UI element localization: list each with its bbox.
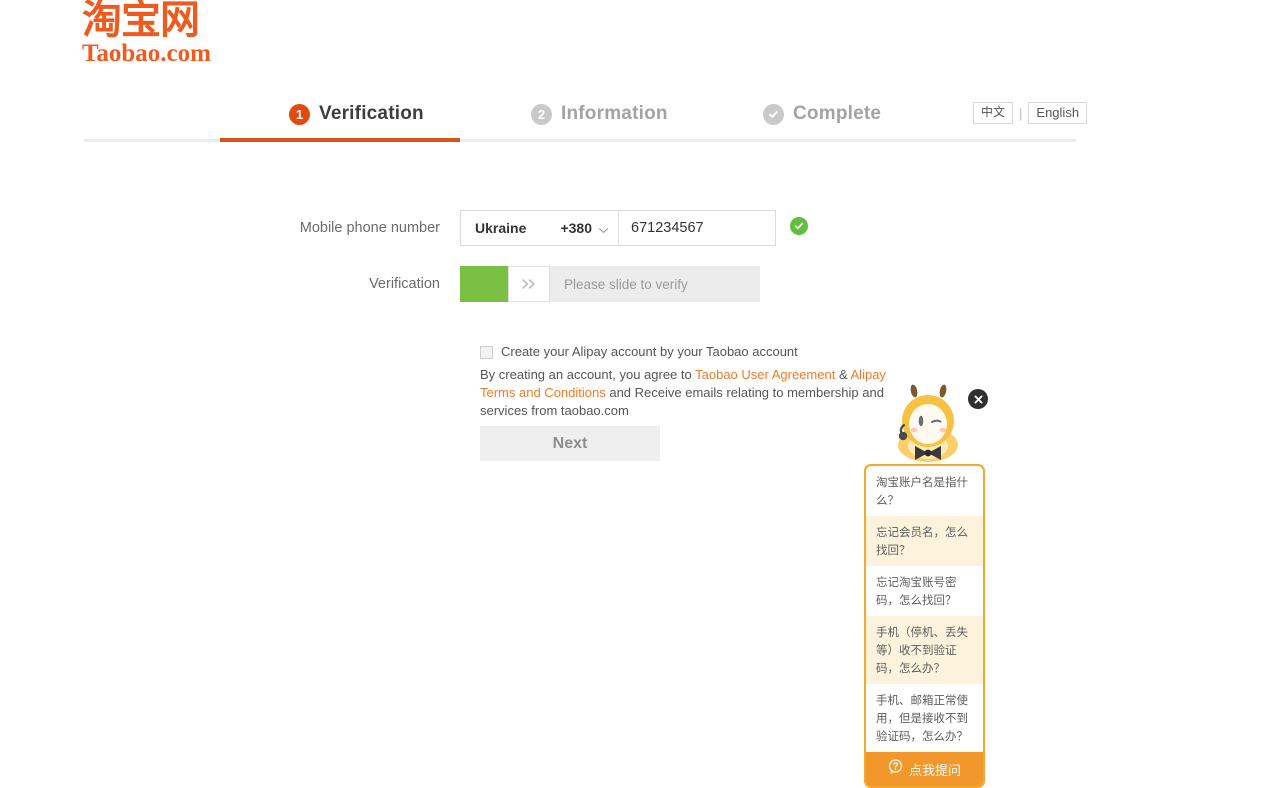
phone-valid-icon (790, 217, 808, 235)
faq-item[interactable]: 忘记淘宝账号密码，怎么找回？ (866, 566, 983, 616)
language-separator: | (1019, 105, 1023, 121)
taobao-logo[interactable]: 淘宝网 Taobao.com (82, 0, 252, 67)
verification-row: Verification Please slide to verify (0, 266, 760, 302)
mobile-phone-label: Mobile phone number (299, 220, 440, 236)
registration-steps: 1 Verification 2 Information Complete (84, 96, 1076, 144)
taobao-user-agreement-link[interactable]: Taobao User Agreement (695, 367, 835, 382)
language-chinese-button[interactable]: 中文 (973, 102, 1014, 124)
step-1-label: Verification (319, 103, 424, 124)
alipay-checkbox-row: Create your Alipay account by your Taoba… (480, 343, 910, 361)
slide-to-verify-track[interactable]: Please slide to verify (460, 266, 760, 302)
phone-input-group: Ukraine +380 (460, 210, 776, 246)
terms-ampersand: & (835, 367, 851, 382)
help-assistant: 淘宝账户名是指什么？ 忘记会员名，怎么找回？ 忘记淘宝账号密码，怎么找回？ 手机… (862, 383, 992, 788)
step-information[interactable]: 2 Information (531, 98, 668, 130)
step-complete[interactable]: Complete (763, 98, 881, 130)
faq-item[interactable]: 忘记会员名，怎么找回？ (866, 516, 983, 566)
terms-text: By creating an account, you agree to Tao… (480, 366, 900, 420)
faq-panel: 淘宝账户名是指什么？ 忘记会员名，怎么找回？ 忘记淘宝账号密码，怎么找回？ 手机… (864, 464, 985, 788)
language-english-button[interactable]: English (1028, 102, 1088, 124)
check-circle-icon (763, 103, 784, 125)
step-2-number-badge: 2 (531, 103, 552, 125)
faq-item[interactable]: 手机（停机、丢失等）收不到验证码，怎么办？ (866, 616, 983, 684)
phone-number-input[interactable] (619, 211, 775, 245)
create-alipay-checkbox[interactable] (480, 346, 493, 359)
language-switcher: 中文 | English (973, 102, 1088, 124)
faq-item[interactable]: 手机、邮箱正常使用，但是接收不到验证码，怎么办？ (866, 684, 983, 752)
steps-list: 1 Verification 2 Information Complete (84, 96, 1076, 142)
create-alipay-label: Create your Alipay account by your Taoba… (501, 344, 798, 359)
logo-english-text: Taobao.com (82, 40, 211, 67)
next-button[interactable]: Next (480, 426, 660, 461)
country-code-select[interactable]: Ukraine +380 (461, 211, 619, 245)
slider-progress-fill (460, 266, 508, 302)
ask-question-label: 点我提问 (908, 763, 961, 779)
question-bubble-icon (888, 759, 903, 779)
ask-question-button[interactable]: 点我提问 (866, 752, 983, 786)
terms-prefix: By creating an account, you agree to (480, 367, 696, 382)
mobile-phone-row: Mobile phone number Ukraine +380 (0, 210, 808, 246)
country-code-value: +380 (560, 220, 592, 236)
step-2-label: Information (561, 103, 668, 124)
step-3-label: Complete (793, 103, 882, 124)
country-code-group: +380 (560, 220, 609, 236)
step-verification[interactable]: 1 Verification (289, 98, 424, 130)
logo-chinese-text: 淘宝网 (82, 0, 200, 43)
step-1-number-badge: 1 (289, 103, 310, 125)
close-icon[interactable] (968, 389, 988, 409)
slider-hint-text: Please slide to verify (564, 276, 688, 292)
faq-item[interactable]: 淘宝账户名是指什么？ (866, 466, 983, 516)
steps-active-indicator (220, 138, 460, 142)
country-name-value: Ukraine (475, 220, 527, 236)
mascot-icon[interactable] (884, 383, 970, 469)
agreement-block: Create your Alipay account by your Taoba… (480, 343, 910, 420)
verification-label: Verification (369, 276, 440, 292)
slider-handle[interactable] (508, 266, 550, 302)
chevron-down-icon (598, 223, 609, 234)
